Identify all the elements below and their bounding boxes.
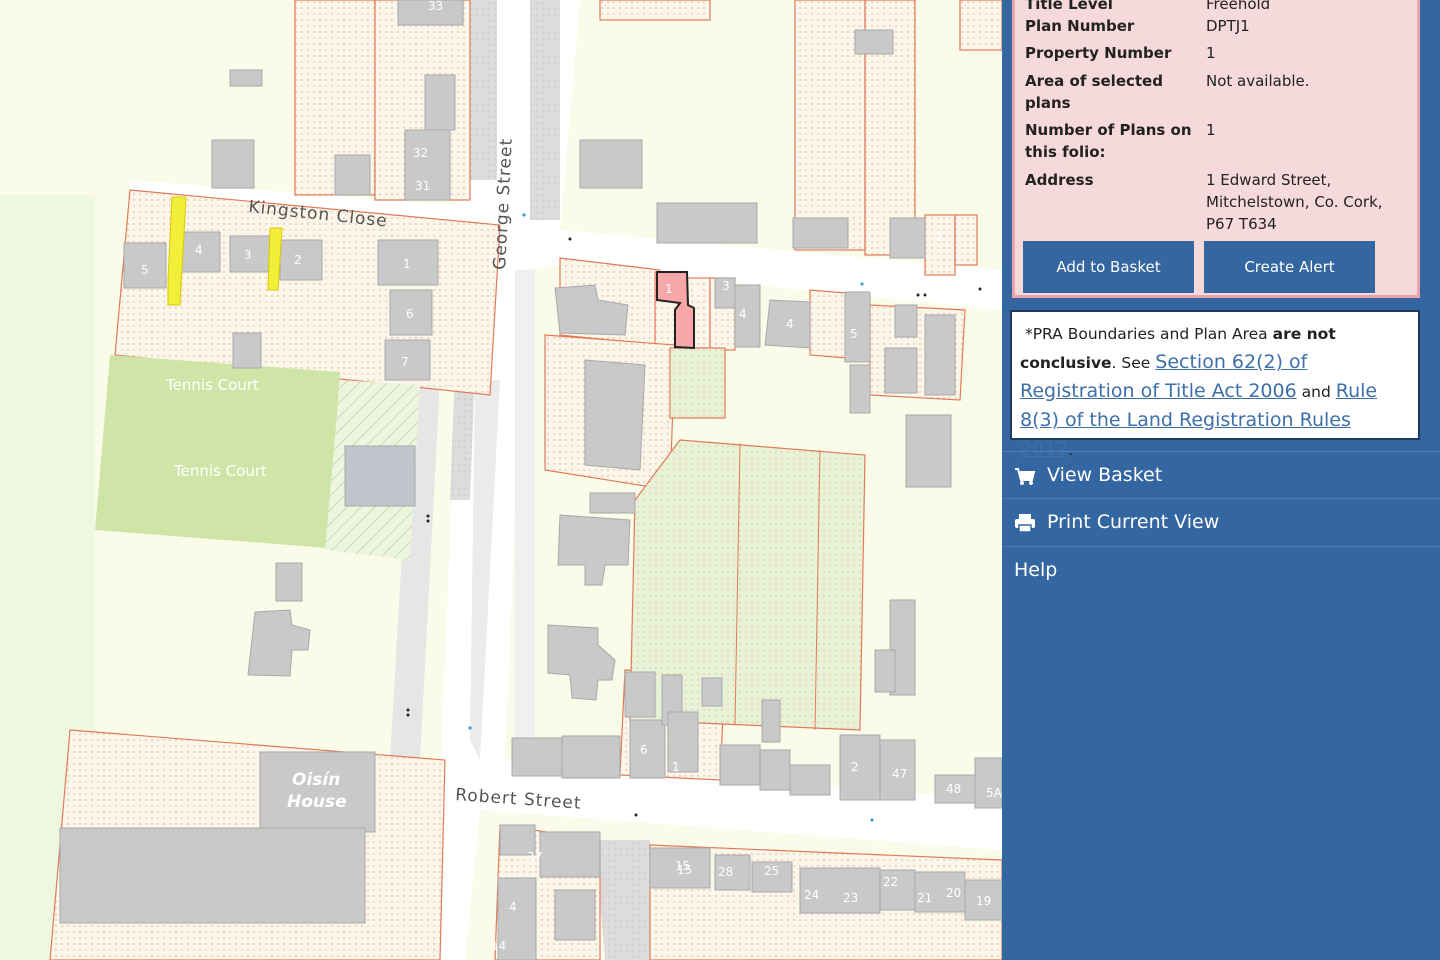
plot-number-label: 21 <box>917 891 932 905</box>
plot-number-label: 14 <box>491 939 506 953</box>
create-alert-button[interactable]: Create Alert <box>1204 241 1375 293</box>
plot-number-label: 7 <box>401 355 409 369</box>
plot-number-label: 48 <box>946 782 961 796</box>
area-label-2: plans <box>1025 94 1071 112</box>
plot-number-label: 47 <box>892 767 907 781</box>
plot-number-label: 37 <box>527 850 542 864</box>
plot-number-label: 20 <box>946 886 961 900</box>
plot-number-label: 25 <box>764 864 779 878</box>
help-menu-item[interactable]: Help <box>1002 546 1440 593</box>
plot-number-label: 22 <box>883 875 898 889</box>
plot-number-label: 28 <box>718 865 733 879</box>
plot-number-label: 2 <box>693 287 701 301</box>
notice-text-2: . See <box>1111 354 1151 372</box>
plot-number-label: 1 <box>672 760 680 774</box>
area-label-1: Area of selected <box>1025 72 1163 90</box>
plot-number-label: 32 <box>413 146 428 160</box>
side-panel: Title Level Freehold Plan Number DPTJ1 Pro… <box>1002 0 1440 960</box>
plan-number-label: Plan Number <box>1025 17 1135 35</box>
view-basket-menu-item[interactable]: View Basket <box>1002 451 1440 498</box>
plot-number-label: 24 <box>804 888 819 902</box>
plans-count-label-2: this folio: <box>1025 143 1106 161</box>
selected-plot-label: 1 <box>665 282 673 296</box>
tennis-court-label-1: Tennis Court <box>165 376 259 394</box>
plan-number-value: DPTJ1 <box>1206 17 1250 35</box>
area-value: Not available. <box>1206 72 1310 90</box>
help-label: Help <box>1014 559 1058 581</box>
plot-number-label: 5 <box>850 327 858 341</box>
notice-text-3: and <box>1301 383 1331 401</box>
plot-number-label: 5A <box>986 786 1002 800</box>
plot-number-label: 4 <box>195 243 203 257</box>
print-view-label: Print Current View <box>1047 511 1220 533</box>
address-label: Address <box>1025 171 1094 189</box>
plot-number-label: 33 <box>428 0 443 13</box>
plot-number-label: 2 <box>851 760 859 774</box>
oisin-label-1: Oisín <box>292 770 340 790</box>
address-line-1: 1 Edward Street, <box>1206 171 1332 189</box>
view-basket-label: View Basket <box>1047 464 1163 486</box>
property-info-card: Title Level Freehold Plan Number DPTJ1 Pro… <box>1012 0 1420 298</box>
map-canvas[interactable]: Kingston Close George Street Robert Stre… <box>0 0 1002 960</box>
disclaimer-notice: *PRA Boundaries and Plan Area are not co… <box>1010 310 1420 460</box>
plot-number-label: 3 <box>722 279 730 293</box>
plot-number-label: 6 <box>406 307 414 321</box>
plot-number-label: 4 <box>509 900 517 914</box>
print-view-menu-item[interactable]: Print Current View <box>1002 498 1440 545</box>
print-icon <box>1014 499 1036 546</box>
title-level-value: Freehold <box>1206 0 1271 13</box>
title-level-label: Title Level <box>1025 0 1113 13</box>
notice-text-1: *PRA Boundaries and Plan Area <box>1024 325 1268 343</box>
address-line-3: P67 T634 <box>1206 215 1277 233</box>
plot-number-label: 4 <box>786 317 794 331</box>
plot-number-label: 15 <box>675 859 690 873</box>
plot-number-label: 2 <box>294 253 302 267</box>
plot-number-label: 23 <box>843 891 858 905</box>
plot-number-label: 19 <box>976 894 991 908</box>
plot-number-label: 3 <box>244 248 252 262</box>
oisin-label-2: House <box>287 792 347 812</box>
address-line-2: Mitchelstown, Co. Cork, <box>1206 193 1383 211</box>
plot-number-label: 1 <box>935 230 943 244</box>
plot-number-label: 5 <box>141 263 149 277</box>
plot-number-label: 1 <box>403 257 411 271</box>
plans-count-label-1: Number of Plans on <box>1025 121 1192 139</box>
plans-count-value: 1 <box>1206 121 1216 139</box>
plot-number-label: 4 <box>739 307 747 321</box>
property-number-label: Property Number <box>1025 44 1172 62</box>
map-view[interactable]: Kingston Close George Street Robert Stre… <box>0 0 1002 960</box>
cart-icon <box>1014 452 1036 499</box>
tennis-court-label-2: Tennis Court <box>173 462 267 480</box>
plot-number-label: 31 <box>415 179 430 193</box>
add-to-basket-button[interactable]: Add to Basket <box>1023 241 1194 293</box>
plot-number-label: 6 <box>640 743 648 757</box>
property-number-value: 1 <box>1206 44 1216 62</box>
